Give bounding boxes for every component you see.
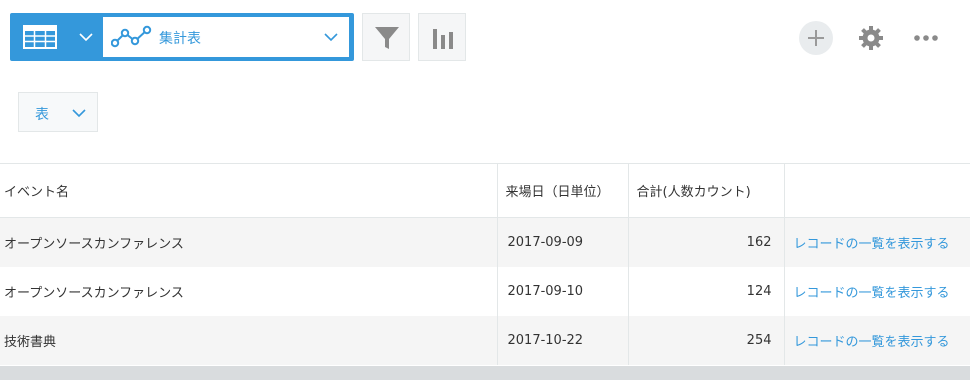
header-count: 合計(人数カウント) bbox=[627, 163, 784, 218]
cell-count: 254 bbox=[627, 315, 784, 365]
cell-event-name: 技術書典 bbox=[4, 334, 57, 350]
cell-event-name: オープンソースカンファレンス bbox=[4, 285, 184, 301]
table-row: 技術書典 2017-10-22 254 レコードの一覧を表示する bbox=[0, 315, 970, 365]
table-row: オープンソースカンファレンス 2017-09-10 124 レコードの一覧を表示… bbox=[0, 266, 970, 316]
filter-button[interactable] bbox=[362, 13, 410, 61]
view-select-button[interactable] bbox=[10, 13, 110, 61]
cell-event-name: オープンソースカンファレンス bbox=[4, 236, 184, 252]
header-link bbox=[783, 163, 970, 218]
header-event-name: イベント名 bbox=[0, 163, 497, 218]
record-list-link[interactable]: レコードの一覧を表示する bbox=[783, 315, 970, 365]
record-list-link[interactable]: レコードの一覧を表示する bbox=[783, 217, 970, 267]
settings-button[interactable] bbox=[857, 24, 885, 52]
table-icon bbox=[23, 25, 57, 49]
cell-date: 2017-10-22 bbox=[496, 315, 628, 365]
graph-select[interactable]: 集計表 bbox=[103, 17, 349, 57]
bar-chart-icon bbox=[433, 29, 453, 49]
display-type-select[interactable]: 表 bbox=[18, 92, 98, 132]
cell-count: 124 bbox=[627, 266, 784, 316]
chevron-down-icon bbox=[72, 109, 86, 118]
display-type-label: 表 bbox=[35, 107, 49, 123]
more-icon bbox=[914, 35, 938, 41]
chevron-down-icon bbox=[324, 33, 338, 42]
table-footer bbox=[0, 366, 970, 380]
header-date: 来場日（日単位） bbox=[496, 163, 628, 218]
view-switcher: 集計表 bbox=[10, 13, 354, 61]
cell-date: 2017-09-09 bbox=[496, 217, 628, 267]
line-graph-icon bbox=[111, 25, 152, 48]
table-row: オープンソースカンファレンス 2017-09-09 162 レコードの一覧を表示… bbox=[0, 217, 970, 267]
record-list-link[interactable]: レコードの一覧を表示する bbox=[783, 266, 970, 316]
cell-count: 162 bbox=[627, 217, 784, 267]
filter-icon bbox=[375, 27, 399, 49]
chevron-down-icon bbox=[79, 33, 93, 42]
more-button[interactable] bbox=[911, 28, 943, 48]
graph-button[interactable] bbox=[418, 13, 466, 61]
table-header-row: イベント名 来場日（日単位） 合計(人数カウント) bbox=[0, 163, 970, 218]
gear-icon bbox=[859, 26, 883, 50]
aggregate-table: イベント名 来場日（日単位） 合計(人数カウント) オープンソースカンファレンス… bbox=[0, 163, 970, 365]
graph-select-label: 集計表 bbox=[159, 31, 201, 47]
cell-date: 2017-09-10 bbox=[496, 266, 628, 316]
plus-icon bbox=[808, 30, 824, 46]
add-record-button[interactable] bbox=[799, 21, 833, 55]
